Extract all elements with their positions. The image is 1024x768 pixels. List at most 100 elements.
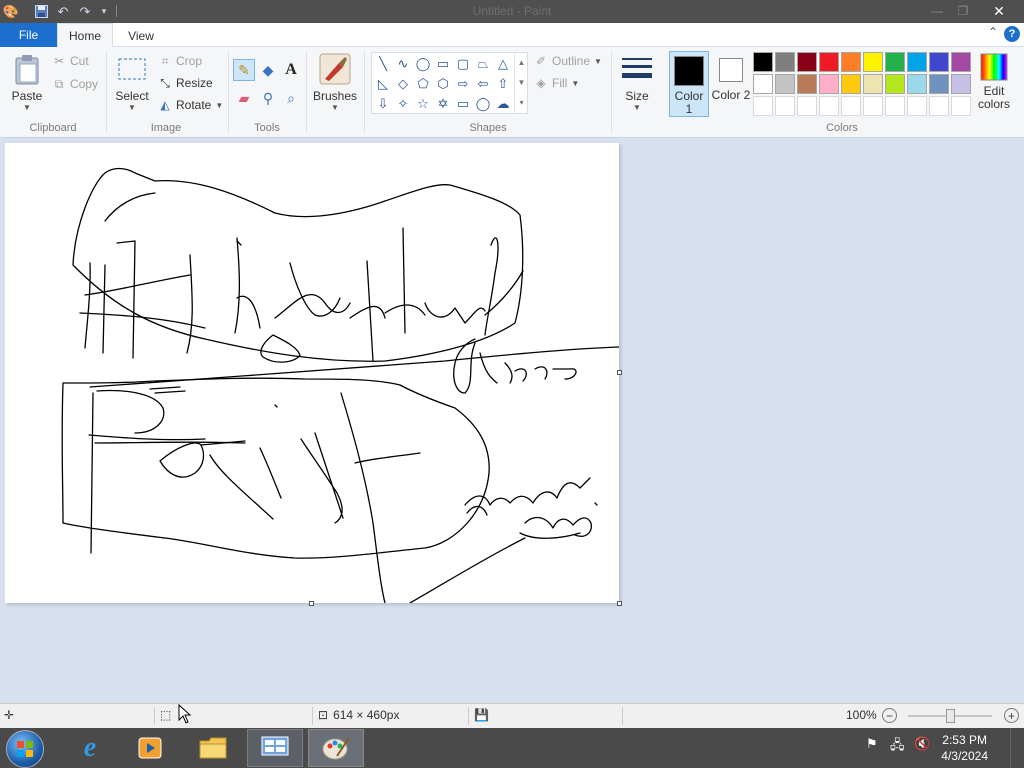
custom-color-slot[interactable] <box>863 96 883 116</box>
palette-color-swatch[interactable] <box>797 52 817 72</box>
shapes-scrollbar[interactable]: ▲ ▼ ▾ <box>514 53 528 113</box>
brushes-button[interactable]: Brushes ▼ <box>312 49 358 112</box>
palette-color-swatch[interactable] <box>907 52 927 72</box>
expand-gallery-icon[interactable]: ▾ <box>515 93 528 113</box>
palette-color-swatch[interactable] <box>753 52 773 72</box>
right-arrow-shape-icon[interactable]: ⇨ <box>453 74 473 94</box>
up-arrow-shape-icon[interactable]: ⇧ <box>493 74 513 94</box>
palette-color-swatch[interactable] <box>951 52 971 72</box>
palette-color-swatch[interactable] <box>841 52 861 72</box>
rounded-callout-shape-icon[interactable]: ▭ <box>453 94 473 114</box>
palette-color-swatch[interactable] <box>863 74 883 94</box>
custom-color-slot[interactable] <box>841 96 861 116</box>
text-tool[interactable]: A <box>280 59 302 81</box>
down-arrow-shape-icon[interactable]: ⇩ <box>373 94 393 114</box>
six-point-star-shape-icon[interactable]: ✡ <box>433 94 453 114</box>
custom-color-slot[interactable] <box>951 96 971 116</box>
triangle-shape-icon[interactable]: △ <box>493 54 513 74</box>
palette-color-swatch[interactable] <box>841 74 861 94</box>
taskbar-paint[interactable] <box>308 729 364 767</box>
system-clock[interactable]: 2:53 PM 4/3/2024 <box>941 732 988 764</box>
network-icon[interactable]: 🖧 <box>890 736 905 758</box>
pentagon-shape-icon[interactable]: ⬠ <box>413 74 433 94</box>
show-desktop-button[interactable] <box>1010 728 1024 768</box>
palette-color-swatch[interactable] <box>753 74 773 94</box>
tab-file[interactable]: File <box>0 23 57 47</box>
four-point-star-shape-icon[interactable]: ✧ <box>393 94 413 114</box>
fill-button[interactable]: ◈ Fill ▼ <box>534 73 579 93</box>
resize-handle-right[interactable] <box>617 370 622 375</box>
taskbar-control-panel[interactable] <box>247 729 303 767</box>
palette-color-swatch[interactable] <box>885 52 905 72</box>
drawing-canvas[interactable] <box>5 143 622 606</box>
custom-color-slot[interactable] <box>775 96 795 116</box>
color-1-button[interactable]: Color 1 <box>669 51 709 117</box>
maximize-button[interactable]: ❐ <box>946 0 980 22</box>
palette-color-swatch[interactable] <box>951 74 971 94</box>
resize-button[interactable]: ⤡ Resize <box>158 73 213 93</box>
polygon-shape-icon[interactable]: ⏢ <box>473 54 493 74</box>
tab-view[interactable]: View <box>118 23 164 48</box>
cloud-callout-shape-icon[interactable]: ☁ <box>493 94 513 114</box>
magnifier-tool[interactable]: ⌕ <box>280 87 302 109</box>
line-shape-icon[interactable]: ╲ <box>373 54 393 74</box>
color-picker-tool[interactable]: ⚲ <box>257 87 279 109</box>
rotate-button[interactable]: ◭ Rotate ▼ <box>158 95 223 115</box>
palette-color-swatch[interactable] <box>819 52 839 72</box>
tab-home[interactable]: Home <box>57 23 113 48</box>
custom-color-slot[interactable] <box>907 96 927 116</box>
copy-button[interactable]: ⧉ Copy <box>52 74 98 94</box>
taskbar-media-player[interactable] <box>122 729 178 767</box>
outline-button[interactable]: ✐ Outline ▼ <box>534 51 602 71</box>
oval-callout-shape-icon[interactable]: ◯ <box>473 94 493 114</box>
custom-color-slot[interactable] <box>797 96 817 116</box>
taskbar-internet-explorer[interactable]: e <box>62 729 118 767</box>
palette-color-swatch[interactable] <box>797 74 817 94</box>
action-center-flag-icon[interactable]: ⚑ <box>866 736 878 752</box>
rounded-rectangle-shape-icon[interactable]: ▢ <box>453 54 473 74</box>
resize-handle-bottom[interactable] <box>309 601 314 606</box>
minimize-ribbon-icon[interactable]: ⌃ <box>988 25 998 39</box>
diamond-shape-icon[interactable]: ◇ <box>393 74 413 94</box>
zoom-out-button[interactable]: − <box>882 708 897 723</box>
palette-color-swatch[interactable] <box>775 52 795 72</box>
palette-color-swatch[interactable] <box>929 74 949 94</box>
volume-muted-icon[interactable]: 🔇 <box>914 736 930 752</box>
palette-color-swatch[interactable] <box>775 74 795 94</box>
right-triangle-shape-icon[interactable]: ◺ <box>373 74 393 94</box>
palette-color-swatch[interactable] <box>819 74 839 94</box>
palette-color-swatch[interactable] <box>885 74 905 94</box>
color-2-button[interactable]: Color 2 <box>711 51 751 117</box>
palette-color-swatch[interactable] <box>863 52 883 72</box>
hexagon-shape-icon[interactable]: ⬡ <box>433 74 453 94</box>
cut-button[interactable]: ✂ Cut <box>52 51 89 71</box>
eraser-tool[interactable]: ▰ <box>233 87 255 109</box>
custom-color-slot[interactable] <box>929 96 949 116</box>
close-button[interactable]: ✕ <box>982 0 1016 22</box>
paste-button[interactable]: Paste ▼ <box>8 49 46 112</box>
taskbar-file-explorer[interactable] <box>185 729 241 767</box>
custom-color-slot[interactable] <box>885 96 905 116</box>
edit-colors-button[interactable]: Edit colors <box>976 49 1012 111</box>
fill-tool[interactable]: ◆ <box>257 59 279 81</box>
custom-color-slot[interactable] <box>753 96 773 116</box>
rectangle-shape-icon[interactable]: ▭ <box>433 54 453 74</box>
zoom-in-button[interactable]: + <box>1004 708 1019 723</box>
help-icon[interactable]: ? <box>1004 26 1020 42</box>
zoom-slider-thumb[interactable] <box>946 709 955 723</box>
crop-button[interactable]: ⌗ Crop <box>158 51 202 71</box>
size-button[interactable]: Size ▼ <box>617 49 657 112</box>
curve-shape-icon[interactable]: ∿ <box>393 54 413 74</box>
five-point-star-shape-icon[interactable]: ☆ <box>413 94 433 114</box>
palette-color-swatch[interactable] <box>929 52 949 72</box>
scroll-down-icon[interactable]: ▼ <box>515 73 528 93</box>
left-arrow-shape-icon[interactable]: ⇦ <box>473 74 493 94</box>
oval-shape-icon[interactable]: ◯ <box>413 54 433 74</box>
start-button[interactable] <box>6 730 44 768</box>
pencil-tool[interactable]: ✎ <box>233 59 255 81</box>
resize-handle-corner[interactable] <box>617 601 622 606</box>
scroll-up-icon[interactable]: ▲ <box>515 53 528 73</box>
select-button[interactable]: Select ▼ <box>114 49 150 112</box>
palette-color-swatch[interactable] <box>907 74 927 94</box>
custom-color-slot[interactable] <box>819 96 839 116</box>
